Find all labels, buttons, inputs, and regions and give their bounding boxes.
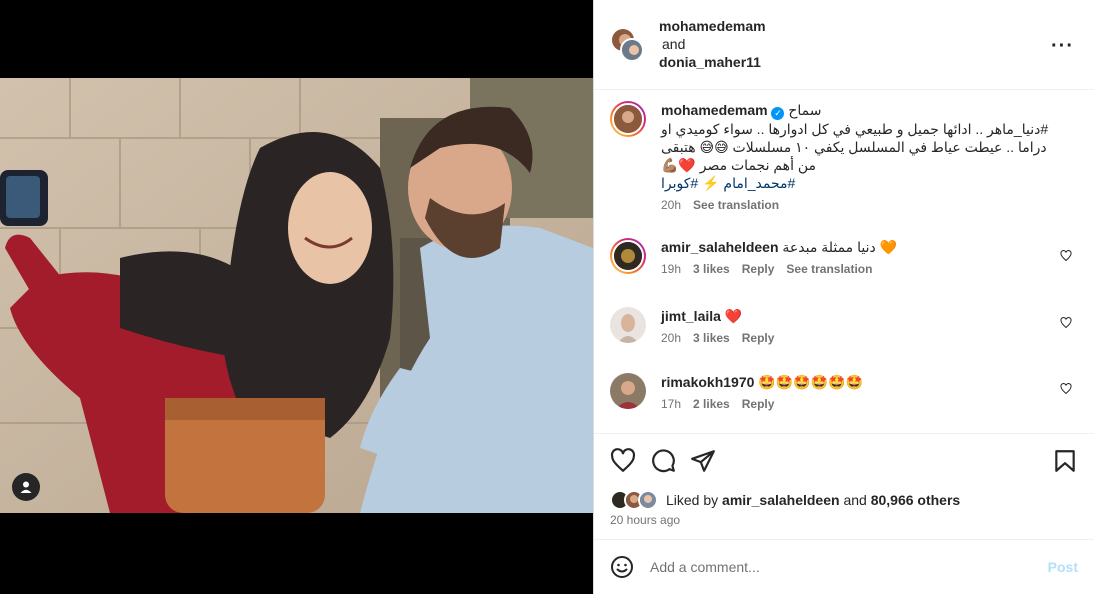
author-link[interactable]: mohamedemam [659,18,766,34]
photo-illustration [0,78,593,513]
avatar-image [622,40,642,60]
caption-time[interactable]: 20h [661,198,681,212]
caption-text-3: دراما .. عيطت عياط في المسلسل يكفي ١٠ مس… [661,139,1047,155]
avatar-image [614,242,642,270]
like-comment-heart-icon[interactable] [1060,317,1072,329]
caption-text-2: #دنيا_ماهر .. ادائها جميل و طبيعي في كل … [661,121,1049,137]
verified-icon: ✓ [771,107,785,120]
reply-button[interactable]: Reply [742,397,775,411]
post-details-panel: mohamedemam and donia_maher11 ··· mohame… [593,0,1094,594]
liked-by-user[interactable]: amir_salaheldeen [722,492,840,508]
person-icon [20,481,32,493]
comment-username[interactable]: amir_salaheldeen [661,239,779,255]
add-comment-bar: Post [594,539,1094,594]
comment-meta: 17h 2 likes Reply [661,397,1071,411]
comment-time[interactable]: 20h [661,331,681,345]
avatar-image [610,307,646,343]
caption-first-line: mohamedemam ✓ سماح [661,101,1071,120]
caption-body: mohamedemam ✓ سماح #دنيا_ماهر .. ادائها … [661,101,1071,212]
comment-text: دنيا ممثلة مبدعة 🧡 [782,239,898,255]
comment-time[interactable]: 17h [661,397,681,411]
comment-body: jimt_laila ❤️ 20h 3 likes Reply [661,307,1071,345]
caption-meta: 20h See translation [661,198,1071,212]
avatar[interactable] [610,307,646,343]
comment-likes[interactable]: 3 likes [693,331,730,345]
tagged-users-button[interactable] [12,473,40,501]
caption-username[interactable]: mohamedemam [661,102,768,118]
like-heart-icon[interactable] [610,448,636,474]
post-photo[interactable] [0,78,593,513]
reply-button[interactable]: Reply [742,262,775,276]
comment-line: rimakokh1970 🤩🤩🤩🤩🤩🤩 [661,373,1071,391]
comment-username[interactable]: rimakokh1970 [661,374,754,390]
caption-text-1: سماح [788,102,822,118]
bookmark-save-icon[interactable] [1052,448,1078,474]
liked-by-and: and [843,492,867,508]
share-send-icon[interactable] [690,448,716,474]
post-media-panel [0,0,593,594]
comment-body: rimakokh1970 🤩🤩🤩🤩🤩🤩 17h 2 likes Reply [661,373,1071,411]
emoji-icon[interactable] [610,555,634,579]
comment-bubble-icon[interactable] [650,448,676,474]
comment-time[interactable]: 19h [661,262,681,276]
and-label: and [662,36,686,52]
avatar [638,490,658,510]
comment-text: 🤩🤩🤩🤩🤩🤩 [758,374,863,390]
liked-by-prefix: Liked by [666,492,719,508]
comment-text: ❤️ [724,308,743,324]
avatar[interactable] [610,238,646,274]
like-comment-heart-icon[interactable] [1060,250,1072,262]
collab-authors: mohamedemam and donia_maher11 [659,17,766,71]
see-translation-link[interactable]: See translation [786,262,872,276]
more-options-icon[interactable]: ··· [1051,35,1074,58]
comment-line: amir_salaheldeen دنيا ممثلة مبدعة 🧡 [661,238,1071,256]
comment-line: jimt_laila ❤️ [661,307,1071,325]
avatar[interactable] [610,101,646,137]
post-comment-button[interactable]: Post [1048,559,1078,575]
comment-meta: 20h 3 likes Reply [661,331,1071,345]
comments-thread[interactable]: mohamedemam ✓ سماح #دنيا_ماهر .. ادائها … [594,91,1094,433]
comment-likes[interactable]: 2 likes [693,397,730,411]
reply-button[interactable]: Reply [742,331,775,345]
instagram-post-viewer: mohamedemam and donia_maher11 ··· mohame… [0,0,1094,594]
see-translation-link[interactable]: See translation [693,198,779,212]
avatar-image [614,105,642,133]
comment-likes[interactable]: 3 likes [693,262,730,276]
avatar-image [640,492,656,508]
avatar-image [610,373,646,409]
caption-text-4: من أهم نجمات مصر ❤️💪🏽 [661,157,817,173]
post-actions: Liked by amir_salaheldeen and 80,966 oth… [594,433,1094,538]
likes-count[interactable]: 80,966 others [871,492,961,508]
like-comment-heart-icon[interactable] [1060,383,1072,395]
avatar[interactable] [610,373,646,409]
comment-meta: 19h 3 likes Reply See translation [661,262,1071,276]
post-timestamp[interactable]: 20 hours ago [610,513,680,527]
likes-summary: Liked by amir_salaheldeen and 80,966 oth… [610,490,960,510]
post-header: mohamedemam and donia_maher11 ··· [594,0,1094,90]
comment-input[interactable] [650,557,1030,577]
comment-body: amir_salaheldeen دنيا ممثلة مبدعة 🧡 19h 3… [661,238,1071,276]
caption-hashtags[interactable]: #محمد_امام ⚡️ #كوبرا [661,174,1071,192]
avatar[interactable] [620,38,644,62]
liker-avatars [610,490,662,510]
author-link[interactable]: donia_maher11 [659,54,761,70]
comment-username[interactable]: jimt_laila [661,308,721,324]
